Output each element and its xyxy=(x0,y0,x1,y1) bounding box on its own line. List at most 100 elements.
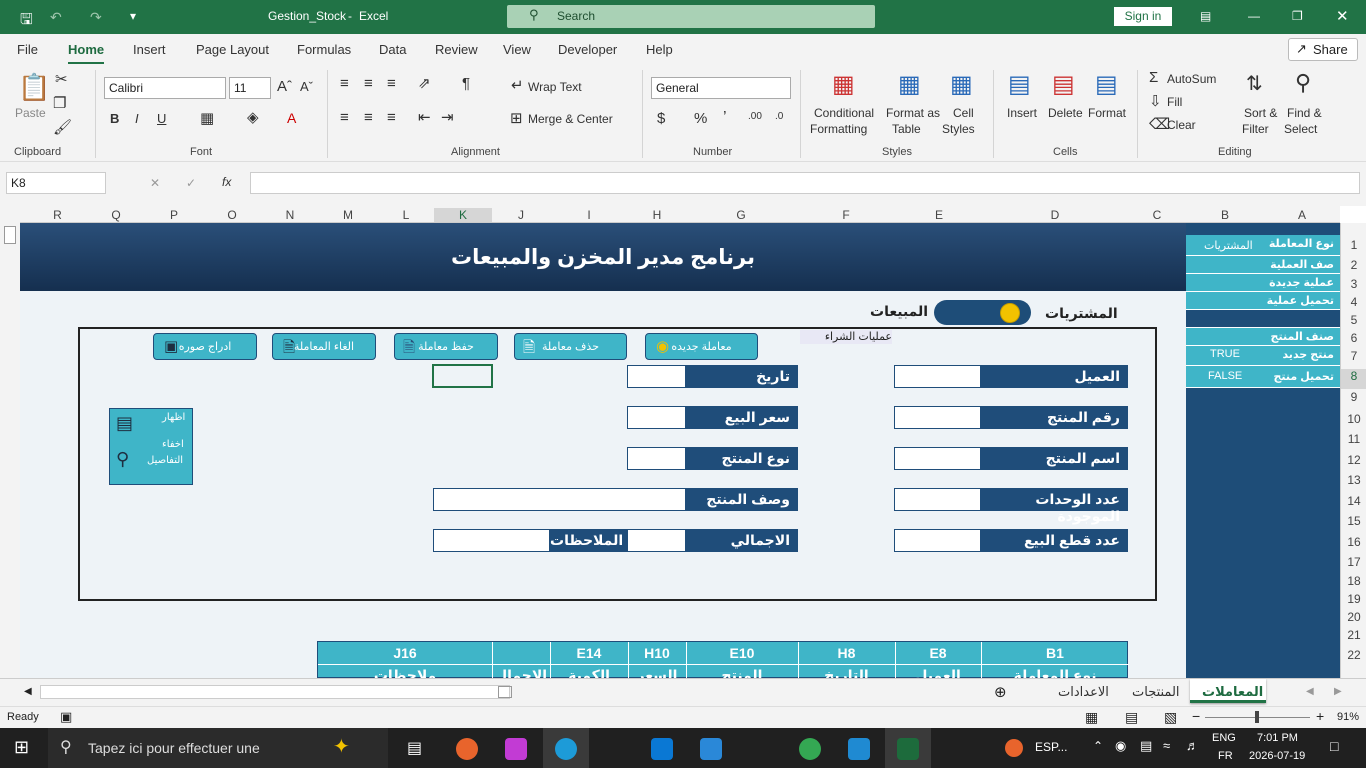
font-name-box[interactable]: Calibri xyxy=(104,77,226,99)
language-primary[interactable]: ENG xyxy=(1212,732,1236,744)
product-name-input[interactable] xyxy=(894,447,981,470)
delete-transaction-button[interactable]: 🗎 حذف معاملة xyxy=(514,333,627,360)
row-header[interactable]: 1 xyxy=(1341,238,1366,252)
indent-decrease-icon[interactable]: ⇤ xyxy=(418,110,431,125)
delete-cells-button[interactable]: Delete xyxy=(1048,106,1083,120)
align-middle-icon[interactable]: ≡ xyxy=(364,76,373,91)
insert-function-icon[interactable]: fx xyxy=(222,175,231,189)
conditional-formatting-label1[interactable]: Conditional xyxy=(814,106,874,120)
column-header[interactable]: Q xyxy=(95,208,137,222)
notification-icon[interactable]: □ xyxy=(1330,738,1338,754)
increase-decimal-icon[interactable]: .00 xyxy=(748,111,762,122)
bold-icon[interactable]: B xyxy=(110,111,119,126)
row-header[interactable]: 22 xyxy=(1341,648,1366,662)
orientation-icon[interactable]: ⇗ xyxy=(418,76,431,91)
row-header[interactable]: 2 xyxy=(1341,258,1366,272)
menu-help[interactable]: Help xyxy=(646,42,673,57)
undo-icon[interactable]: ↶ xyxy=(50,9,62,26)
increase-font-icon[interactable]: Aˆ xyxy=(277,78,292,95)
autosum-button[interactable]: AutoSum xyxy=(1167,72,1216,86)
volume-icon[interactable]: ♬ xyxy=(1186,738,1199,753)
tab-transactions[interactable]: المعاملات xyxy=(1190,679,1266,703)
customer-input[interactable] xyxy=(894,365,981,388)
side-row[interactable]: تحميل منتج FALSE xyxy=(1186,366,1340,388)
row-header[interactable]: 7 xyxy=(1341,349,1366,363)
currency-icon[interactable]: $ xyxy=(657,110,665,127)
menu-view[interactable]: View xyxy=(503,42,531,57)
row-header[interactable]: 14 xyxy=(1341,494,1366,508)
side-row[interactable]: صنف المنتج xyxy=(1186,328,1340,346)
vertical-scrollbar[interactable] xyxy=(0,206,20,678)
sign-in-button[interactable]: Sign in xyxy=(1114,7,1172,26)
product-description-input[interactable] xyxy=(433,488,686,511)
column-header[interactable]: E xyxy=(896,208,982,222)
insert-cells-button[interactable]: Insert xyxy=(1007,106,1037,120)
row-header[interactable]: 18 xyxy=(1341,574,1366,588)
column-header[interactable]: R xyxy=(20,208,95,222)
column-header[interactable]: C xyxy=(1128,208,1186,222)
date-input[interactable] xyxy=(627,365,686,388)
format-as-table-label2[interactable]: Table xyxy=(892,122,921,136)
column-header[interactable]: H xyxy=(628,208,686,222)
firefox-icon[interactable] xyxy=(456,738,478,760)
insert-image-button[interactable]: ▣ ادراج صوره xyxy=(153,333,257,360)
mail-icon[interactable] xyxy=(700,738,722,760)
column-header[interactable]: O xyxy=(211,208,253,222)
accessibility-icon[interactable]: ▣ xyxy=(60,709,72,725)
cancel-transaction-button[interactable]: 🗎 الغاء المعاملة xyxy=(272,333,376,360)
network-icon[interactable]: ▤ xyxy=(1140,738,1152,754)
tray-chevron-icon[interactable]: ⌃ xyxy=(1093,739,1103,753)
menu-data[interactable]: Data xyxy=(379,42,406,57)
vscode-icon[interactable] xyxy=(848,738,870,760)
format-as-table-label1[interactable]: Format as xyxy=(886,106,940,120)
fill-button[interactable]: Fill xyxy=(1167,95,1182,109)
row-header[interactable]: 10 xyxy=(1341,412,1366,426)
row-header[interactable]: 4 xyxy=(1341,295,1366,309)
row-header[interactable]: 15 xyxy=(1341,514,1366,528)
restore-icon[interactable]: ❐ xyxy=(1292,9,1303,23)
cell-styles-label1[interactable]: Cell xyxy=(953,106,974,120)
scroll-thumb[interactable] xyxy=(4,226,16,244)
zoom-slider-thumb[interactable] xyxy=(1255,711,1259,723)
decrease-font-icon[interactable]: Aˇ xyxy=(300,79,313,94)
number-format-box[interactable]: General xyxy=(651,77,791,99)
percent-icon[interactable]: % xyxy=(694,110,707,127)
row-header[interactable]: 9 xyxy=(1341,390,1366,404)
menu-formulas[interactable]: Formulas xyxy=(297,42,351,57)
cut-icon[interactable]: ✂ xyxy=(55,72,68,87)
scroll-left-icon[interactable]: ◀ xyxy=(24,686,32,697)
paste-icon[interactable]: 📋 xyxy=(18,74,50,100)
align-bottom-icon[interactable]: ≡ xyxy=(387,76,396,91)
row-header[interactable]: 13 xyxy=(1341,473,1366,487)
zoom-out-icon[interactable]: − xyxy=(1192,708,1200,724)
column-header-selected[interactable]: K xyxy=(434,208,492,222)
merge-center-button[interactable]: Merge & Center xyxy=(528,112,613,126)
copilot-icon[interactable] xyxy=(505,738,527,760)
clock-date[interactable]: 2026-07-19 xyxy=(1249,750,1305,762)
save-transaction-button[interactable]: 🗎 حفظ معاملة xyxy=(394,333,498,360)
edge-icon[interactable] xyxy=(555,738,577,760)
sort-filter-label2[interactable]: Filter xyxy=(1242,122,1269,136)
side-row[interactable]: عملية جديدة xyxy=(1186,274,1340,292)
selected-cell[interactable] xyxy=(432,364,493,388)
product-type-input[interactable] xyxy=(627,447,686,470)
align-left-icon[interactable]: ≡ xyxy=(340,110,349,125)
column-header[interactable]: N xyxy=(253,208,327,222)
column-header[interactable]: F xyxy=(796,208,896,222)
tab-settings[interactable]: الاعدادات xyxy=(1058,684,1109,700)
side-row[interactable]: صف العملية xyxy=(1186,256,1340,274)
formula-input[interactable] xyxy=(250,172,1360,194)
find-select-label2[interactable]: Select xyxy=(1284,122,1317,136)
font-color-icon[interactable]: A xyxy=(287,110,296,126)
side-row[interactable]: تحميل عملية xyxy=(1186,292,1340,310)
borders-icon[interactable]: ▦ xyxy=(200,111,214,126)
column-header[interactable]: G xyxy=(686,208,796,222)
clear-button[interactable]: Clear xyxy=(1167,118,1196,132)
column-header[interactable]: B xyxy=(1186,208,1264,222)
column-header[interactable]: J xyxy=(492,208,550,222)
excel-taskbar-icon[interactable] xyxy=(897,738,919,760)
minimize-icon[interactable]: — xyxy=(1248,9,1260,23)
sale-price-input[interactable] xyxy=(627,406,686,429)
clock-time[interactable]: 7:01 PM xyxy=(1257,732,1298,744)
zoom-level[interactable]: 91% xyxy=(1337,711,1359,723)
